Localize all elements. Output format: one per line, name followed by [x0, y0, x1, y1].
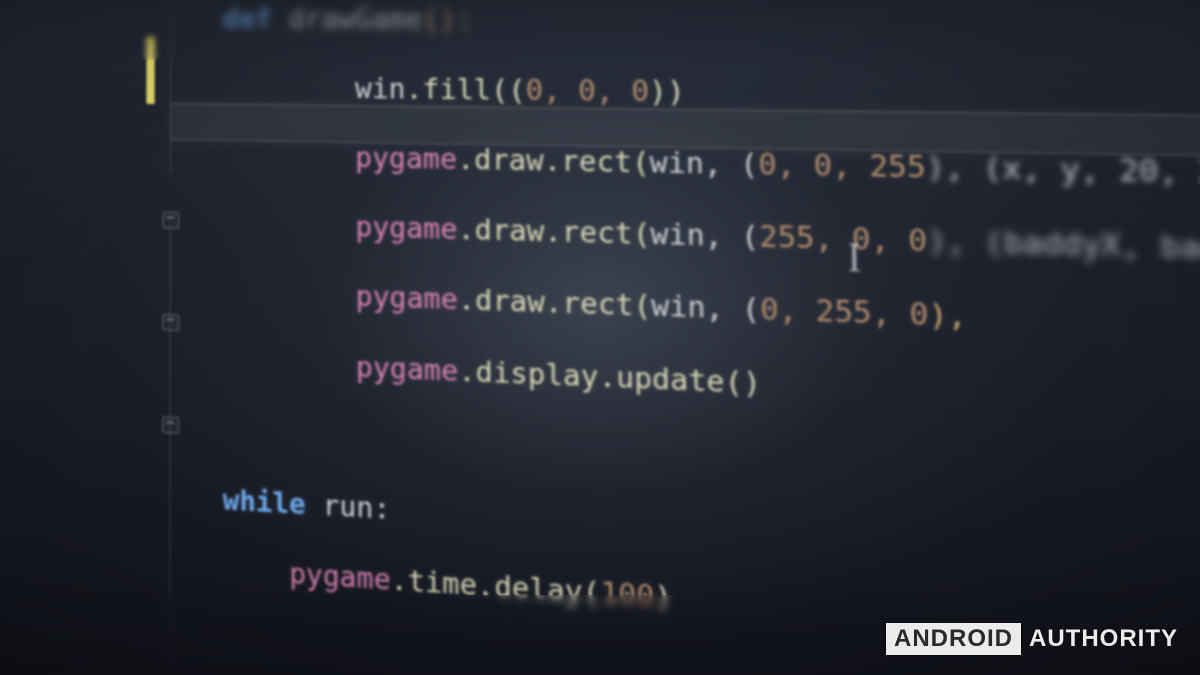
code-block[interactable]: def drawGame(): win.fill((0, 0, 0)) pyga…: [223, 0, 1200, 675]
code-line: win.fill((0, 0, 0)): [223, 71, 1200, 120]
code-surface: def drawGame(): win.fill((0, 0, 0)) pyga…: [38, 0, 1200, 433]
code-line: pygame.display.update(): [223, 346, 1200, 434]
code-line: pygame.draw.rect(win, (0, 255, 0),: [223, 277, 1200, 355]
change-marker: [146, 37, 154, 104]
watermark-boxed: ANDROID: [886, 623, 1021, 655]
watermark: ANDROID AUTHORITY: [886, 623, 1178, 655]
fold-guide: [170, 0, 171, 174]
fold-toggle-icon[interactable]: [163, 212, 180, 229]
fold-guide: [169, 227, 171, 664]
code-line: pygame.draw.rect(win, (0, 0, 255), (x, y…: [223, 140, 1200, 198]
text-cursor-icon: I: [847, 230, 861, 285]
code-line: pygame.draw.rect(win, (255, 0, 0), (badd…: [223, 208, 1200, 276]
watermark-plain: AUTHORITY: [1029, 625, 1178, 653]
editor-viewport: def drawGame(): win.fill((0, 0, 0)) pyga…: [0, 0, 1200, 675]
code-line: def drawGame():: [223, 3, 1200, 42]
editor-gutter: [140, 0, 197, 277]
